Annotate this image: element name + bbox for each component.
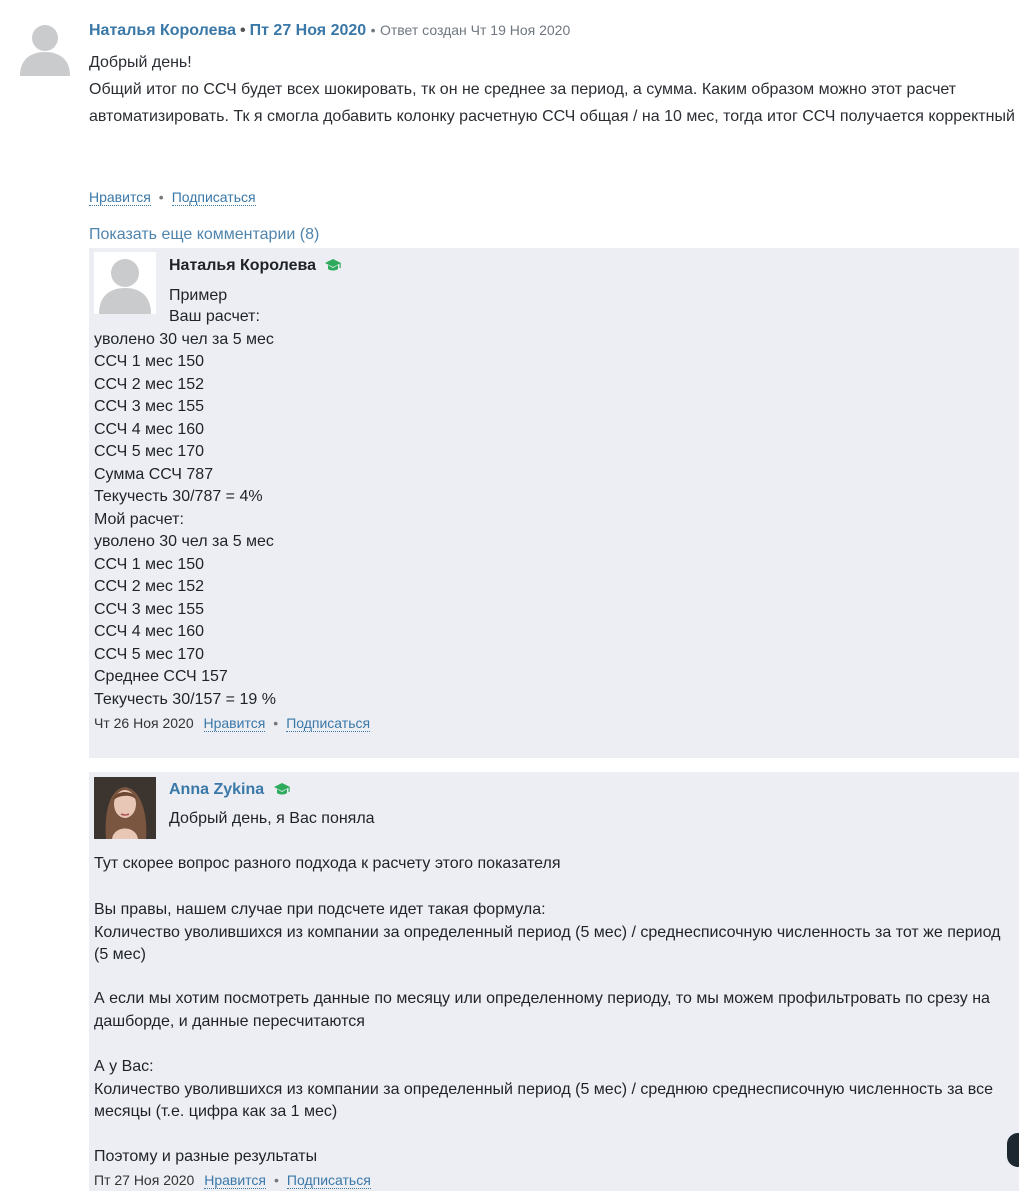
reply-text-line: А у Вас: [94,1058,154,1075]
user-photo-avatar[interactable] [94,777,156,839]
reply-text-line: ССЧ 4 мес 160 [94,623,205,640]
reply-text-line: ССЧ 2 мес 152 [94,578,205,595]
created-note: Ответ создан Чт 19 Ноя 2020 [379,22,571,38]
comment-actions: Нравится • Подписаться [89,188,256,206]
reply-text-line: ССЧ 3 мес 155 [94,398,205,415]
dot-separator: • [274,1172,279,1188]
dot-separator: • [158,189,164,205]
comment-date[interactable]: Пт 27 Ноя 2020 [250,22,367,39]
show-more-comments-link[interactable]: Показать еще комментарии (8) [89,225,319,245]
graduation-cap-icon [273,783,290,795]
default-avatar-icon[interactable] [94,252,156,314]
reply-first-line: Добрый день, я Вас поняла [169,810,375,827]
dot-separator: • [273,715,279,731]
reply-text-line: Текучесть 30/157 = 19 % [94,690,276,708]
reply-author[interactable]: Anna Zykina [169,781,264,798]
reply-text-line: ССЧ 2 мес 152 [94,375,205,393]
reply-text-line: Количество уволившихся из компании за оп… [94,1080,993,1121]
reply-paragraph: Вы правы, нашем случае при подсчете идет… [94,899,1014,967]
reply-first-line: Пример [169,287,228,304]
reply-comment: Наталья Королева Пример Ваш расчет: увол… [89,248,1019,758]
reply-text-line: Поэтому и разные результаты [94,1148,318,1165]
comment-text-line: Общий итог по ССЧ будет всех шокировать,… [89,81,1015,125]
reply-comment: Anna Zykina Добрый день, я Вас поняла Ту… [89,772,1019,1191]
reply-text: Ваш расчет: уволено 30 чел за 5 мес ССЧ … [94,306,276,711]
reply-text-line: Количество уволившихся из компании за оп… [94,923,1001,964]
reply-meta: Пт 27 Ноя 2020 Нравится • Подписаться [94,1171,371,1189]
reply-text-line: ССЧ 1 мес 150 [94,353,205,370]
reply-author[interactable]: Наталья Королева [169,257,316,274]
reply-text-line: уволено 30 чел за 5 мес [94,533,274,550]
graduation-cap-icon [325,259,342,271]
reply-paragraph: Тут скорее вопрос разного подхода к расч… [94,853,1014,876]
reply-text-line: Мой расчет: [94,510,184,528]
reply-text-line: ССЧ 1 мес 150 [94,555,205,573]
reply-text-line: Среднее ССЧ 157 [94,668,228,685]
like-link[interactable]: Нравится [89,189,151,206]
reply-paragraph: А у Вас: Количество уволившихся из компа… [94,1056,1014,1124]
default-avatar-icon[interactable] [16,18,74,76]
reply-text-line: ССЧ 5 мес 170 [94,443,205,460]
comment-author[interactable]: Наталья Королева [89,22,236,39]
reply-date: Чт 26 Ноя 2020 [94,715,194,731]
reply-author-row: Наталья Королева [169,256,342,276]
dot-separator: • [370,22,376,38]
subscribe-link[interactable]: Подписаться [171,189,256,206]
reply-text-line: ССЧ 5 мес 170 [94,645,205,663]
reply-meta: Чт 26 Ноя 2020 Нравится • Подписаться [94,714,371,732]
comment-header: Наталья Королева • Пт 27 Ноя 2020 • Ответ … [89,22,571,39]
reply-author-row: Anna Zykina [169,780,291,800]
reply-date: Пт 27 Ноя 2020 [94,1172,195,1188]
reply-text-line: Вы правы, нашем случае при подсчете идет… [94,901,546,918]
reply-paragraph: Поэтому и разные результаты [94,1146,1014,1169]
like-link[interactable]: Нравится [203,715,266,732]
subscribe-link[interactable]: Подписаться [286,1172,371,1189]
comment-text-line: Добрый день! [89,54,192,71]
reply-text-line: Ваш расчет: [169,308,260,325]
reply-text-line: А если мы хотим посмотреть данные по мес… [94,990,990,1030]
reply-paragraph: А если мы хотим посмотреть данные по мес… [94,988,1014,1033]
like-link[interactable]: Нравится [204,1172,267,1189]
reply-text-line: ССЧ 3 мес 155 [94,600,205,618]
reply-text-line: Тут скорее вопрос разного подхода к расч… [94,855,561,872]
scroll-to-top-button[interactable] [1007,1133,1019,1167]
reply-text-line: Сумма ССЧ 787 [94,465,214,483]
subscribe-link[interactable]: Подписаться [286,715,371,732]
comment-body: Добрый день! Общий итог по ССЧ будет все… [89,49,1019,130]
reply-text-line: Текучесть 30/787 = 4% [94,488,263,505]
reply-text-line: ССЧ 4 мес 160 [94,420,205,438]
reply-text-line: уволено 30 чел за 5 мес [94,330,274,348]
